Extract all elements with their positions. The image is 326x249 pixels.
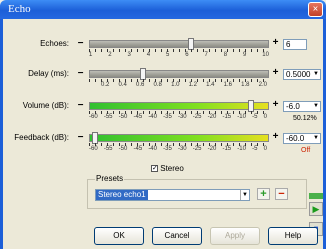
tick-label: -20	[207, 114, 217, 120]
apply-button[interactable]: Apply	[210, 227, 260, 245]
stereo-checkbox[interactable]: ✓	[151, 165, 158, 173]
feedback-slider[interactable]	[89, 132, 269, 144]
add-preset-button[interactable]: +	[257, 188, 270, 200]
feedback-decrease-button[interactable]: −	[76, 133, 85, 143]
cancel-button[interactable]: Cancel	[152, 227, 202, 245]
tick-label: -30	[177, 114, 187, 120]
volume-value: -6.0	[286, 102, 300, 111]
volume-percent: 50.12%	[293, 115, 317, 122]
tick-label: -55	[103, 146, 113, 152]
tick-label: 9	[243, 52, 247, 58]
remove-preset-button[interactable]: −	[275, 188, 288, 200]
help-button[interactable]: Help	[268, 227, 318, 245]
close-button[interactable]: ×	[308, 2, 323, 17]
feedback-off-indicator: Off	[301, 147, 311, 154]
feedback-value-field[interactable]: -60.0 ▼	[283, 133, 321, 144]
echo-dialog: Echoes: − 1 2 3 4 5 6 7 8 9 10 + 6 Delay (ms): − …	[0, 19, 326, 249]
echoes-label: Echoes:	[40, 39, 69, 48]
tick-label: 2.0	[258, 82, 267, 88]
tick-label: 1.8	[241, 82, 250, 88]
tick-label: 0	[263, 146, 267, 152]
tick-label: -40	[148, 114, 157, 120]
tick-label: 1.6	[223, 82, 232, 88]
volume-tick-labels: -60 -55 -50 -45 -40 -35 -30 -25 -20 -15 -10 -5 0	[89, 114, 267, 120]
feedback-value: -60.0	[286, 134, 305, 143]
tick-label: -10	[237, 114, 246, 120]
tick-label: 2	[108, 52, 112, 58]
tick-label: -50	[118, 114, 128, 120]
tick-label: 0.2	[101, 82, 110, 88]
delay-slider[interactable]	[89, 68, 269, 80]
echoes-value: 6	[286, 40, 291, 49]
tick-label: 1.2	[188, 82, 197, 88]
tick-label: -5	[252, 114, 258, 120]
echoes-value-field[interactable]: 6	[283, 39, 307, 50]
tick-label: -35	[163, 114, 172, 120]
tick-label: 1	[89, 52, 93, 58]
volume-slider[interactable]	[89, 100, 269, 112]
tick-label: -15	[222, 146, 232, 152]
delay-increase-button[interactable]: +	[271, 68, 280, 78]
delay-label: Delay (ms):	[28, 69, 69, 78]
tick-label: -5	[252, 146, 258, 152]
delay-decrease-button[interactable]: −	[76, 69, 85, 79]
tick-label: 4	[146, 52, 151, 58]
tick-label: -30	[177, 146, 187, 152]
tick-label: 5	[166, 52, 170, 58]
tick-label: 6	[185, 52, 189, 58]
feedback-tick-labels: -60 -55 -50 -45 -40 -35 -30 -25 -20 -15 -10 -5 0	[89, 146, 267, 152]
delay-value-field[interactable]: 0.5000 ▼	[283, 69, 321, 80]
tick-label: 10	[262, 52, 269, 58]
volume-increase-button[interactable]: +	[271, 100, 280, 110]
tick-label: 1.0	[171, 82, 180, 88]
volume-label: Volume (dB):	[22, 101, 69, 110]
tick-label: 0	[263, 114, 267, 120]
chevron-down-icon[interactable]: ▼	[312, 70, 320, 79]
chevron-down-icon[interactable]: ▼	[240, 190, 249, 200]
echoes-slider[interactable]	[89, 38, 269, 50]
tick-label: 8	[223, 52, 228, 58]
tick-label: -35	[163, 146, 172, 152]
echoes-decrease-button[interactable]: −	[76, 39, 85, 49]
presets-label: Presets	[95, 174, 125, 183]
echoes-tick-labels: 1 2 3 4 5 6 7 8 9 10	[89, 52, 269, 58]
stereo-label: Stereo	[160, 164, 184, 173]
tick-label: -55	[103, 114, 113, 120]
volume-value-field[interactable]: -6.0 ▼	[283, 101, 321, 112]
presets-dropdown[interactable]: Stereo echo1 ▼	[95, 189, 250, 201]
window-title: Echo	[8, 3, 31, 15]
tick-label: -10	[237, 146, 246, 152]
chevron-down-icon[interactable]: ▼	[312, 134, 320, 143]
title-bar: Echo ×	[0, 0, 326, 19]
tick-label: -20	[207, 146, 217, 152]
tick-label: -60	[89, 114, 98, 120]
tick-label: -45	[133, 114, 143, 120]
tick-label: 0.6	[136, 82, 145, 88]
tick-label: 0.4	[118, 82, 127, 88]
echoes-increase-button[interactable]: +	[271, 38, 280, 48]
preview-indicator	[309, 193, 323, 199]
tick-label: -60	[89, 146, 98, 152]
tick-label: -40	[148, 146, 157, 152]
tick-label: 1.4	[206, 82, 215, 88]
presets-selected-value: Stereo echo1	[96, 190, 148, 200]
delay-tick-labels: 0.2 0.4 0.6 0.8 1.0 1.2 1.4 1.6 1.8 2.0	[101, 82, 267, 88]
feedback-label: Feedback (dB):	[14, 133, 69, 142]
stereo-checkbox-row[interactable]: ✓ Stereo	[151, 164, 184, 173]
tick-label: 7	[204, 52, 208, 58]
tick-label: -45	[133, 146, 143, 152]
chevron-down-icon[interactable]: ▼	[312, 102, 320, 111]
feedback-increase-button[interactable]: +	[271, 132, 280, 142]
tick-label: 3	[127, 52, 131, 58]
ok-button[interactable]: OK	[94, 227, 144, 245]
tick-label: 0.8	[153, 82, 162, 88]
tick-label: -25	[192, 146, 202, 152]
tick-label: -25	[192, 114, 202, 120]
tick-label: -50	[118, 146, 128, 152]
delay-value: 0.5000	[286, 70, 311, 79]
volume-decrease-button[interactable]: −	[76, 101, 85, 111]
tick-label: -15	[222, 114, 232, 120]
play-icon[interactable]: ▶	[309, 202, 323, 216]
